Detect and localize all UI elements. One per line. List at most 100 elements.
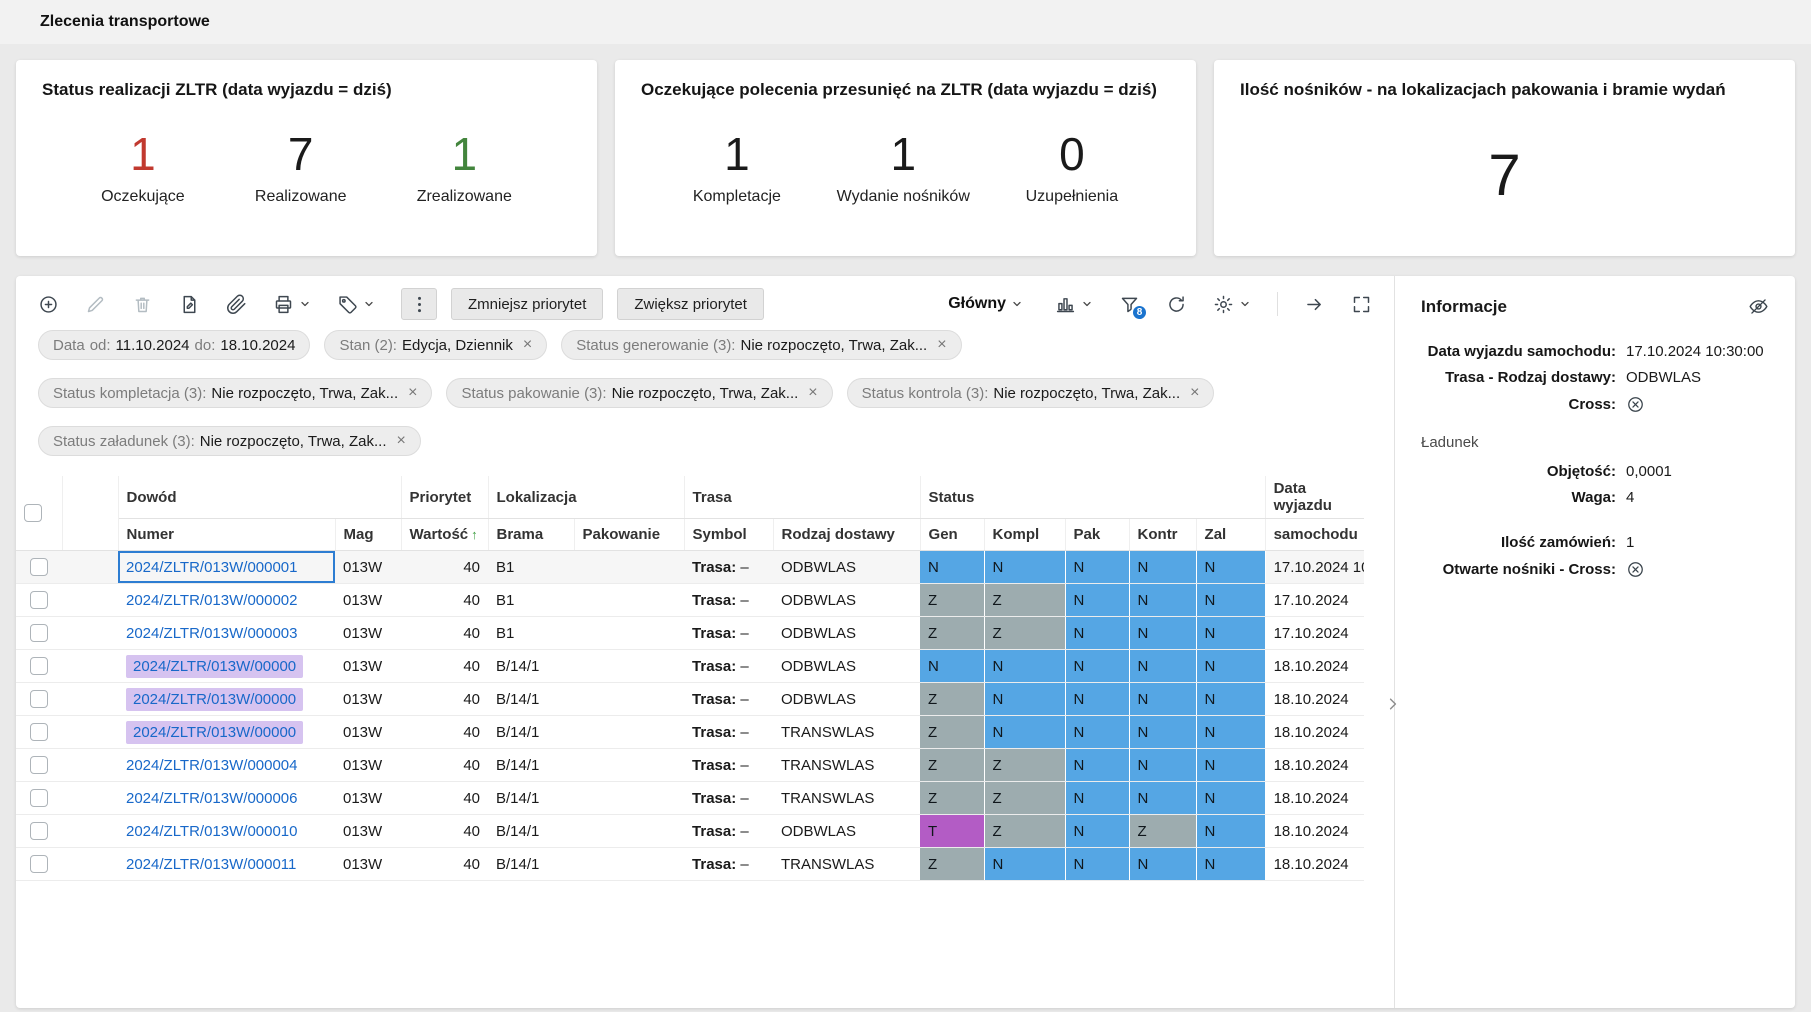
cross-circle-icon [1628, 397, 1643, 412]
order-number-link[interactable]: 2024/ZLTR/013W/000001 [126, 559, 298, 576]
row-checkbox[interactable] [30, 624, 48, 643]
label-button[interactable] [337, 294, 375, 315]
column-header-numer[interactable]: Numer [118, 518, 336, 551]
column-header-kontr[interactable]: Kontr [1129, 518, 1197, 551]
row-checkbox[interactable] [30, 558, 48, 577]
column-header-mag[interactable]: Mag [335, 518, 402, 551]
filter-count-badge: 8 [1131, 303, 1148, 321]
column-header-rodzaj-dostawy[interactable]: Rodzaj dostawy [773, 518, 921, 551]
column-header-pakowanie[interactable]: Pakowanie [574, 518, 685, 551]
column-header-gen[interactable]: Gen [920, 518, 985, 551]
order-number-link[interactable]: 2024/ZLTR/013W/00000 [126, 687, 304, 711]
filter-chip[interactable]: Status załadunek (3): Nie rozpoczęto, Trw… [38, 426, 421, 456]
numer-cell: 2024/ZLTR/013W/00000 [118, 715, 335, 749]
hide-info-panel-button[interactable] [1748, 296, 1769, 317]
row-checkbox[interactable] [30, 855, 48, 874]
column-header-zal[interactable]: Zal [1196, 518, 1266, 551]
eye-off-icon [1749, 299, 1768, 314]
table-row[interactable]: 2024/ZLTR/013W/00000 013W 40 B/14/1 Tras… [16, 682, 1365, 716]
priority-value-cell: 40 [401, 748, 488, 782]
page-title: Zlecenia transportowe [40, 13, 210, 30]
order-number-link[interactable]: 2024/ZLTR/013W/000011 [126, 856, 296, 873]
row-checkbox[interactable] [30, 756, 48, 775]
edit-button[interactable] [85, 294, 106, 315]
increase-priority-button[interactable]: Zwiększ priorytet [617, 288, 764, 320]
table-row[interactable]: 2024/ZLTR/013W/000004 013W 40 B/14/1 Tra… [16, 748, 1365, 782]
filter-chip[interactable]: Status kontrola (3): Nie rozpoczęto, Trwa… [846, 378, 1215, 408]
row-checkbox[interactable] [30, 591, 48, 610]
filter-chip[interactable]: Stan (2): Edycja, Dziennik × [324, 330, 548, 360]
table-row[interactable]: 2024/ZLTR/013W/000001 013W 40 B1 Trasa: … [16, 550, 1365, 584]
status-cell-kompl: N [984, 649, 1066, 683]
filter-chip[interactable]: Status generowanie (3): Nie rozpoczęto, T… [561, 330, 962, 360]
stat-oczekujace: 1 Oczekujące [101, 130, 185, 206]
order-number-link[interactable]: 2024/ZLTR/013W/000010 [126, 823, 298, 840]
order-number-link[interactable]: 2024/ZLTR/013W/000004 [126, 757, 298, 774]
order-number-link[interactable]: 2024/ZLTR/013W/000003 [126, 625, 298, 642]
order-number-link[interactable]: 2024/ZLTR/013W/000002 [126, 592, 298, 609]
chip-close-icon[interactable]: × [937, 337, 946, 353]
filter-chip[interactable]: Data od: 11.10.2024 do: 18.10.2024 [38, 330, 311, 360]
row-checkbox[interactable] [30, 789, 48, 808]
delete-button[interactable] [132, 294, 153, 315]
chip-label: Data [53, 336, 85, 354]
more-actions-button[interactable] [401, 288, 437, 320]
view-selector[interactable]: Główny [942, 294, 1029, 314]
print-button[interactable] [273, 294, 311, 315]
order-number-link[interactable]: 2024/ZLTR/013W/00000 [126, 654, 304, 678]
decrease-priority-button[interactable]: Zmniejsz priorytet [451, 288, 604, 320]
priority-value-cell: 40 [401, 550, 488, 584]
row-checkbox[interactable] [30, 822, 48, 841]
settings-button[interactable] [1213, 294, 1251, 315]
order-number-link[interactable]: 2024/ZLTR/013W/000006 [126, 790, 298, 807]
status-cell-pak: N [1065, 649, 1130, 683]
card-ilosc-nosnikow: Ilość nośników - na lokalizacjach pakowa… [1214, 60, 1795, 256]
symbol-cell: Trasa: – [684, 814, 774, 848]
attachment-button[interactable] [226, 293, 247, 315]
chip-close-icon[interactable]: × [396, 433, 405, 449]
column-header-symbol[interactable]: Symbol [684, 518, 774, 551]
refresh-button[interactable] [1166, 294, 1187, 315]
edit-document-button[interactable] [179, 294, 200, 315]
export-button[interactable] [1304, 294, 1325, 315]
info-value-objetosc: 0,0001 [1626, 463, 1672, 480]
table-row[interactable]: 2024/ZLTR/013W/000011 013W 40 B/14/1 Tra… [16, 847, 1365, 881]
chip-close-icon[interactable]: × [808, 385, 817, 401]
chip-close-icon[interactable]: × [1190, 385, 1199, 401]
filter-button[interactable]: 8 [1119, 294, 1148, 321]
priority-value-cell: 40 [401, 814, 488, 848]
filter-chip[interactable]: Status kompletacja (3): Nie rozpoczęto, T… [38, 378, 433, 408]
table-row[interactable]: 2024/ZLTR/013W/00000 013W 40 B/14/1 Tras… [16, 649, 1365, 683]
table-row[interactable]: 2024/ZLTR/013W/000002 013W 40 B1 Trasa: … [16, 583, 1365, 617]
chart-view-button[interactable] [1055, 294, 1093, 315]
fullscreen-button[interactable] [1351, 294, 1372, 315]
chip-value: Nie rozpoczęto, Trwa, Zak... [993, 384, 1181, 402]
table-row[interactable]: 2024/ZLTR/013W/00000 013W 40 B/14/1 Tras… [16, 715, 1365, 749]
table-row[interactable]: 2024/ZLTR/013W/000003 013W 40 B1 Trasa: … [16, 616, 1365, 650]
chip-close-icon[interactable]: × [408, 385, 417, 401]
row-checkbox[interactable] [30, 723, 48, 742]
column-header-pak[interactable]: Pak [1065, 518, 1130, 551]
table-row[interactable]: 2024/ZLTR/013W/000006 013W 40 B/14/1 Tra… [16, 781, 1365, 815]
stat-realizowane: 7 Realizowane [255, 130, 347, 206]
status-cell-kompl: N [984, 682, 1066, 716]
collapse-info-panel-chevron[interactable] [1385, 696, 1401, 715]
add-button[interactable] [38, 294, 59, 315]
table-row[interactable]: 2024/ZLTR/013W/000010 013W 40 B/14/1 Tra… [16, 814, 1365, 848]
status-cell-kontr: Z [1129, 814, 1197, 848]
column-header-wartosc[interactable]: Wartość ↑ [401, 518, 489, 551]
order-number-link[interactable]: 2024/ZLTR/013W/00000 [126, 720, 304, 744]
column-header-kompl[interactable]: Kompl [984, 518, 1066, 551]
chip-value: 18.10.2024 [220, 336, 296, 354]
filter-chip[interactable]: Status pakowanie (3): Nie rozpoczęto, Trw… [446, 378, 833, 408]
row-checkbox[interactable] [30, 690, 48, 709]
brama-cell: B1 [488, 583, 574, 617]
column-header-samochodu[interactable]: samochodu [1265, 518, 1365, 551]
column-header-brama[interactable]: Brama [488, 518, 575, 551]
status-cell-zal: N [1196, 847, 1266, 881]
row-checkbox[interactable] [30, 657, 48, 676]
chip-close-icon[interactable]: × [523, 337, 532, 353]
chip-value: Edycja, Dziennik [401, 336, 513, 354]
status-cell-zal: N [1196, 550, 1266, 584]
select-all-checkbox[interactable] [24, 504, 42, 523]
